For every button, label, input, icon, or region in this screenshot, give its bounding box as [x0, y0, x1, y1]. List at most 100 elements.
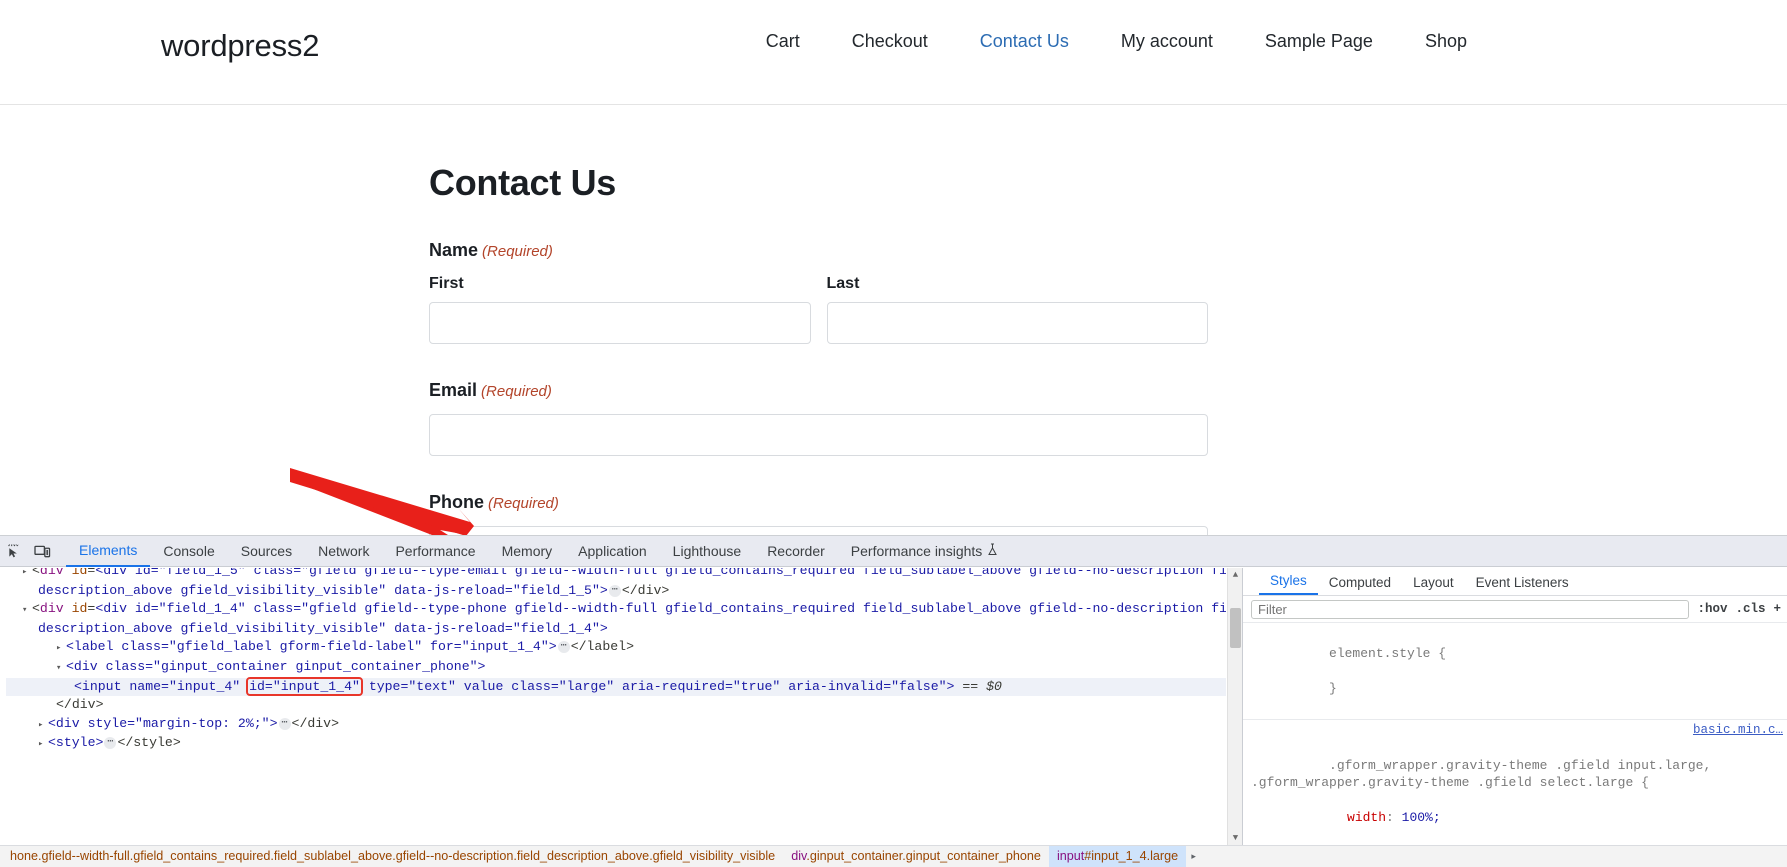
inspect-element-icon[interactable] — [0, 537, 28, 565]
expand-triangle-icon[interactable]: ▸ — [56, 639, 66, 658]
new-style-rule-button[interactable]: + — [1773, 602, 1781, 616]
dom-node-field-1-4-cont[interactable]: description_above gfield_visibility_visi… — [6, 620, 1226, 639]
expand-ellipsis-icon[interactable]: ⋯ — [278, 717, 291, 730]
styles-tab-computed[interactable]: Computed — [1318, 575, 1402, 595]
devtools-tab-performance-insights-label: Performance insights — [850, 543, 983, 559]
devtools-tab-memory[interactable]: Memory — [489, 536, 566, 567]
dom-node-input-1-4[interactable]: <input name="input_4" id="input_1_4" typ… — [6, 676, 1226, 697]
style-rule-source-link[interactable]: basic.min.c… — [1693, 722, 1783, 740]
name-first-col: First — [429, 275, 811, 344]
dom-node-style-text: <style> — [48, 735, 104, 751]
scroll-up-icon[interactable]: ▲ — [1228, 568, 1242, 583]
dom-node-style-close: </style> — [117, 735, 181, 751]
expand-ellipsis-icon[interactable]: ⋯ — [608, 584, 621, 597]
styles-tab-styles[interactable]: Styles — [1259, 573, 1318, 595]
styles-tab-event-listeners[interactable]: Event Listeners — [1465, 575, 1580, 595]
nav-item-cart[interactable]: Cart — [766, 31, 826, 52]
dom-node-field-1-4[interactable]: ▾ <div id=<div id="field_1_4" class="gfie… — [6, 600, 1226, 620]
expand-triangle-icon[interactable]: ▸ — [22, 568, 32, 582]
field-name: Name (Required) First Last — [429, 240, 1208, 344]
expand-ellipsis-icon[interactable]: ⋯ — [557, 641, 570, 654]
breadcrumb-item-input-1-4-rest: #input_1_4.large — [1084, 849, 1179, 863]
devtools-tab-lighthouse[interactable]: Lighthouse — [660, 536, 755, 567]
style-rule-element-style-close: } — [1329, 680, 1337, 696]
style-rule-gform-wrapper[interactable]: basic.min.c… .gform_wrapper.gravity-them… — [1243, 720, 1787, 847]
field-name-legend: Name (Required) — [429, 240, 1208, 261]
breadcrumb-item-input-1-4[interactable]: input#input_1_4.large — [1048, 846, 1187, 867]
dom-node-field-1-5-cont[interactable]: description_above gfield_visibility_visi… — [6, 582, 1226, 601]
scrollbar-thumb[interactable] — [1230, 608, 1241, 648]
breadcrumb-item-ginput-container-tag: div — [791, 849, 807, 863]
devtools-tab-application[interactable]: Application — [565, 536, 660, 567]
first-name-label: First — [429, 275, 464, 292]
nav-item-contact-us[interactable]: Contact Us — [954, 31, 1095, 52]
last-name-input[interactable] — [826, 302, 1208, 344]
devtools-tab-recorder[interactable]: Recorder — [754, 536, 838, 567]
devtools-tab-elements[interactable]: Elements — [66, 536, 151, 567]
collapse-triangle-icon[interactable]: ▾ — [56, 659, 66, 678]
styles-filter-input[interactable] — [1251, 599, 1690, 619]
selected-node-badge: == $0 — [962, 678, 1002, 694]
email-input[interactable] — [429, 414, 1208, 456]
devtools-tab-sources[interactable]: Sources — [228, 536, 305, 567]
style-rule-element-style[interactable]: element.style { } — [1243, 625, 1787, 720]
dom-tree-pane: ▸ <div id=<div id="field_1_5" class="gfie… — [0, 568, 1242, 846]
expand-ellipsis-icon[interactable]: ⋯ — [104, 737, 117, 750]
style-prop-width-value[interactable]: 100%; — [1402, 810, 1441, 825]
dom-node-input-post: type="text" value class="large" aria-req… — [360, 678, 955, 694]
field-phone-required-mark: (Required) — [488, 495, 559, 512]
expand-triangle-icon[interactable]: ▸ — [38, 735, 48, 754]
dom-node-label-text: <label class="gfield_label gform-field-l… — [66, 639, 557, 655]
devtools-tab-network[interactable]: Network — [305, 536, 382, 567]
page-title: Contact Us — [429, 162, 617, 203]
dom-node-label[interactable]: ▸ <label class="gfield_label gform-field-… — [6, 638, 1226, 658]
element-classes-cls-button[interactable]: .cls — [1735, 602, 1765, 616]
nav-item-sample-page[interactable]: Sample Page — [1239, 31, 1399, 52]
breadcrumb-item-ginput-container[interactable]: div.ginput_container.ginput_container_ph… — [783, 846, 1049, 867]
devtools-tab-performance[interactable]: Performance — [382, 536, 488, 567]
devtools-tabbar: Elements Console Sources Network Perform… — [0, 536, 1787, 567]
dom-node-input-pre: <input name="input_4" — [74, 678, 249, 694]
breadcrumb-overflow-icon[interactable]: ▸ — [1186, 846, 1202, 867]
site-header: wordpress2 Cart Checkout Contact Us My a… — [0, 0, 1787, 105]
dom-node-margin-div[interactable]: ▸ <div style="margin-top: 2%;"> ⋯ </div> — [6, 715, 1226, 735]
dom-node-label-close: </label> — [570, 639, 634, 655]
name-subfields-row: First Last — [429, 275, 1208, 344]
dom-tree-scroll-area[interactable]: ▸ <div id=<div id="field_1_5" class="gfie… — [0, 568, 1226, 846]
dom-node-ginput-container-close[interactable]: </div> — [6, 696, 1226, 715]
dom-node-style[interactable]: ▸ <style> ⋯ </style> — [6, 734, 1226, 754]
style-prop-width-name[interactable]: width — [1329, 809, 1386, 827]
field-email-legend: Email (Required) — [429, 380, 1208, 401]
dom-tree-scrollbar[interactable]: ▲ ▼ — [1227, 568, 1242, 846]
nav-item-shop[interactable]: Shop — [1399, 31, 1467, 52]
dom-node-field-1-5-line2: description_above gfield_visibility_visi… — [38, 582, 608, 598]
dom-node-field-1-5[interactable]: ▸ <div id=<div id="field_1_5" class="gfie… — [6, 568, 1226, 582]
style-rule-gform-wrapper-selector: .gform_wrapper.gravity-theme .gfield inp… — [1251, 757, 1720, 791]
site-title[interactable]: wordpress2 — [161, 28, 319, 64]
field-name-legend-text: Name — [429, 240, 479, 260]
force-state-hov-button[interactable]: :hov — [1697, 602, 1727, 616]
dom-node-margin-div-close: </div> — [291, 715, 340, 731]
name-last-col: Last — [826, 275, 1208, 344]
dom-node-ginput-container[interactable]: ▾ <div class="ginput_container ginput_con… — [6, 658, 1226, 678]
nav-item-checkout[interactable]: Checkout — [826, 31, 954, 52]
field-phone-legend-text: Phone — [429, 492, 485, 512]
styles-tab-layout[interactable]: Layout — [1402, 575, 1465, 595]
breadcrumb-item-gfield-phone[interactable]: hone.gfield--width-full.gfield_contains_… — [10, 846, 783, 867]
expand-triangle-icon[interactable]: ▸ — [38, 716, 48, 735]
primary-navigation: Cart Checkout Contact Us My account Samp… — [766, 31, 1467, 52]
breadcrumb-item-input-1-4-tag: input — [1056, 849, 1085, 863]
devtools-body: ▸ <div id=<div id="field_1_5" class="gfie… — [0, 568, 1787, 846]
nav-item-my-account[interactable]: My account — [1095, 31, 1239, 52]
field-email-legend-text: Email — [429, 380, 478, 400]
scroll-down-icon[interactable]: ▼ — [1228, 831, 1242, 846]
devtools-tab-console[interactable]: Console — [150, 536, 227, 567]
collapse-triangle-icon[interactable]: ▾ — [22, 601, 32, 620]
breadcrumb-item-gfield-phone-label: hone.gfield--width-full.gfield_contains_… — [10, 849, 776, 863]
device-toolbar-icon[interactable] — [28, 537, 56, 565]
devtools-tab-performance-insights[interactable]: Performance insights — [838, 536, 1012, 567]
styles-pane: Styles Computed Layout Event Listeners :… — [1242, 568, 1787, 846]
dom-node-input-id-highlight: id="input_1_4" — [246, 676, 363, 696]
style-rule-element-style-selector: element.style { — [1329, 645, 1447, 661]
first-name-input[interactable] — [429, 302, 811, 344]
